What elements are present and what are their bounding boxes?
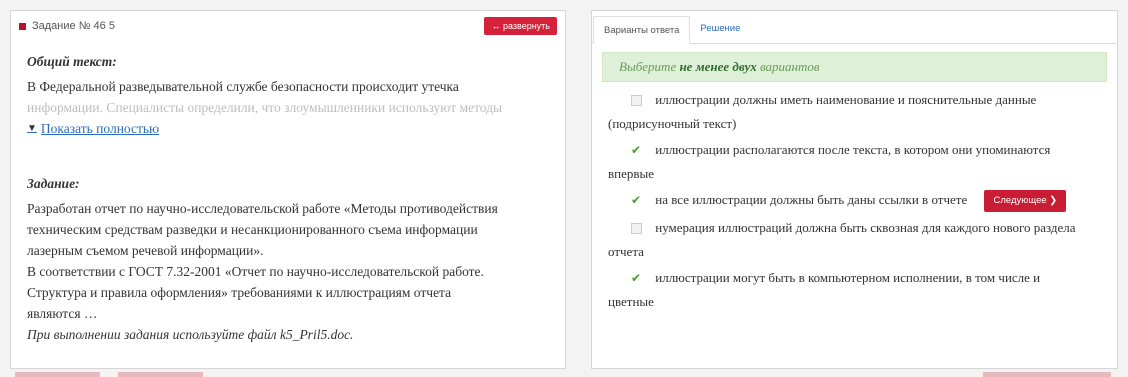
option-text: иллюстрации могут быть в компьютерном ис… bbox=[655, 270, 1041, 286]
next-button[interactable]: Следующее ❯ bbox=[984, 190, 1067, 213]
task-line: лазерным съемом речевой информации». bbox=[27, 243, 264, 258]
option-text: нумерация иллюстраций должна быть сквозн… bbox=[655, 220, 1076, 236]
task-line: Разработан отчет по научно-исследователь… bbox=[27, 201, 498, 216]
answer-tabs: Варианты ответа Решение bbox=[592, 11, 1117, 44]
option-item[interactable]: ✔ иллюстрации могут быть в компьютерном … bbox=[608, 266, 1103, 314]
chevron-down-icon: ▼ bbox=[27, 123, 37, 134]
option-text-cont: отчета bbox=[608, 244, 644, 260]
instruction-post: вариантов bbox=[760, 59, 820, 74]
option-text: на все иллюстрации должны быть даны ссыл… bbox=[655, 192, 968, 207]
checkmark-icon[interactable]: ✔ bbox=[630, 266, 642, 290]
bottom-tab-hint bbox=[118, 372, 203, 377]
option-text: иллюстрации должны иметь наименование и … bbox=[655, 92, 1037, 107]
task-marker-icon bbox=[19, 22, 26, 30]
expand-button[interactable]: ↔ развернуть bbox=[484, 17, 557, 35]
option-text-cont: впервые bbox=[608, 166, 655, 181]
bottom-tab-hint bbox=[983, 372, 1111, 377]
task-line: Структура и правила оформления» требован… bbox=[27, 285, 452, 300]
general-text-heading: Общий текст: bbox=[27, 54, 117, 69]
checkmark-icon[interactable]: ✔ bbox=[630, 188, 642, 212]
show-all-label: Показать полностью bbox=[40, 121, 160, 136]
task-number: Задание № 46 5 bbox=[32, 20, 115, 32]
instruction-box: Выберите не менее двух вариантов bbox=[602, 52, 1107, 82]
bottom-tab-hint bbox=[15, 372, 100, 377]
tab-answer-options[interactable]: Варианты ответа bbox=[593, 16, 691, 44]
task-line: В соответствии с ГОСТ 7.32-2001 «Отчет п… bbox=[27, 264, 484, 279]
checkbox-unchecked[interactable] bbox=[630, 88, 642, 112]
task-panel: Задание № 46 5 ↔ развернуть Общий текст:… bbox=[10, 10, 566, 369]
option-item[interactable]: ✔ иллюстрации располагаются после текста… bbox=[608, 138, 1103, 186]
general-text-line-faded: информации. Специалисты определили, что … bbox=[27, 100, 503, 115]
instruction-bold: не менее двух bbox=[679, 59, 757, 74]
option-item[interactable]: иллюстрации должны иметь наименование и … bbox=[608, 88, 1103, 136]
task-note: При выполнении задания используйте файл … bbox=[27, 327, 354, 342]
show-all-link[interactable]: ▼ Показать полностью bbox=[27, 118, 549, 139]
task-header: Задание № 46 5 ↔ развернуть bbox=[11, 11, 565, 41]
tab-solution[interactable]: Решение bbox=[690, 15, 750, 43]
option-text: иллюстрации располагаются после текста, … bbox=[655, 142, 1051, 157]
task-line: являются … bbox=[27, 306, 98, 321]
option-item[interactable]: нумерация иллюстраций должна быть сквозн… bbox=[608, 216, 1103, 264]
general-text-line: В Федеральной разведывательной службе бе… bbox=[27, 79, 459, 94]
instruction-pre: Выберите bbox=[619, 59, 677, 74]
answer-panel: Варианты ответа Решение Выберите не мене… bbox=[591, 10, 1118, 369]
task-heading: Задание: bbox=[27, 176, 80, 191]
option-item[interactable]: ✔ на все иллюстрации должны быть даны сс… bbox=[608, 188, 1103, 213]
task-title: Задание № 46 5 bbox=[19, 20, 115, 32]
option-text-cont: (подрисуночный текст) bbox=[608, 116, 737, 131]
option-text-cont: цветные bbox=[608, 294, 654, 310]
checkmark-icon[interactable]: ✔ bbox=[630, 138, 642, 162]
answer-options: иллюстрации должны иметь наименование и … bbox=[592, 82, 1117, 314]
task-line: техническим средствам разведки и несанкц… bbox=[27, 222, 478, 237]
checkbox-unchecked[interactable] bbox=[630, 216, 642, 240]
